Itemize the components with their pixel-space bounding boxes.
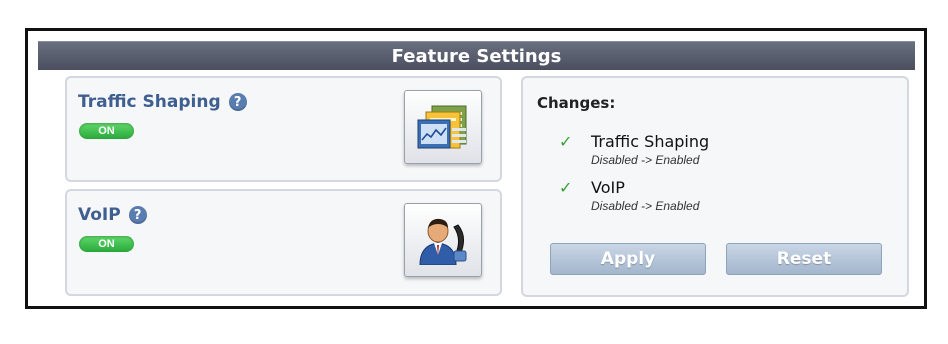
help-icon[interactable]: ? [128,206,147,224]
change-item-detail: Disabled -> Enabled [591,199,700,213]
check-icon: ✓ [559,134,573,151]
change-item-name: Traffic Shaping [591,132,710,151]
feature-settings-panel: Feature Settings Traffic Shaping ? ON Vo… [25,28,927,309]
voip-title-row: VoIP ? [78,205,147,225]
traffic-shaping-toggle[interactable]: ON [79,123,134,139]
changes-card: Changes: ✓ Traffic Shaping Disabled -> E… [521,76,909,297]
traffic-shaping-title: Traffic Shaping [78,92,221,112]
voip-title: VoIP [78,205,121,225]
user-phone-icon [419,218,467,265]
voip-toggle[interactable]: ON [79,236,134,252]
change-item-detail: Disabled -> Enabled [591,153,700,167]
traffic-shaping-button[interactable] [404,90,482,164]
reset-button[interactable]: Reset [726,243,882,275]
chart-window-icon [417,105,467,149]
panel-header: Feature Settings [38,41,915,70]
voip-card: VoIP ? ON [65,189,502,296]
change-item-name: VoIP [591,178,625,197]
panel-title: Feature Settings [391,45,562,67]
help-icon[interactable]: ? [228,93,247,111]
voip-button[interactable] [404,203,482,277]
changes-title: Changes: [537,94,616,112]
traffic-shaping-title-row: Traffic Shaping ? [78,92,247,112]
traffic-shaping-card: Traffic Shaping ? ON [65,76,502,182]
check-icon: ✓ [559,180,573,197]
apply-button[interactable]: Apply [550,243,706,275]
